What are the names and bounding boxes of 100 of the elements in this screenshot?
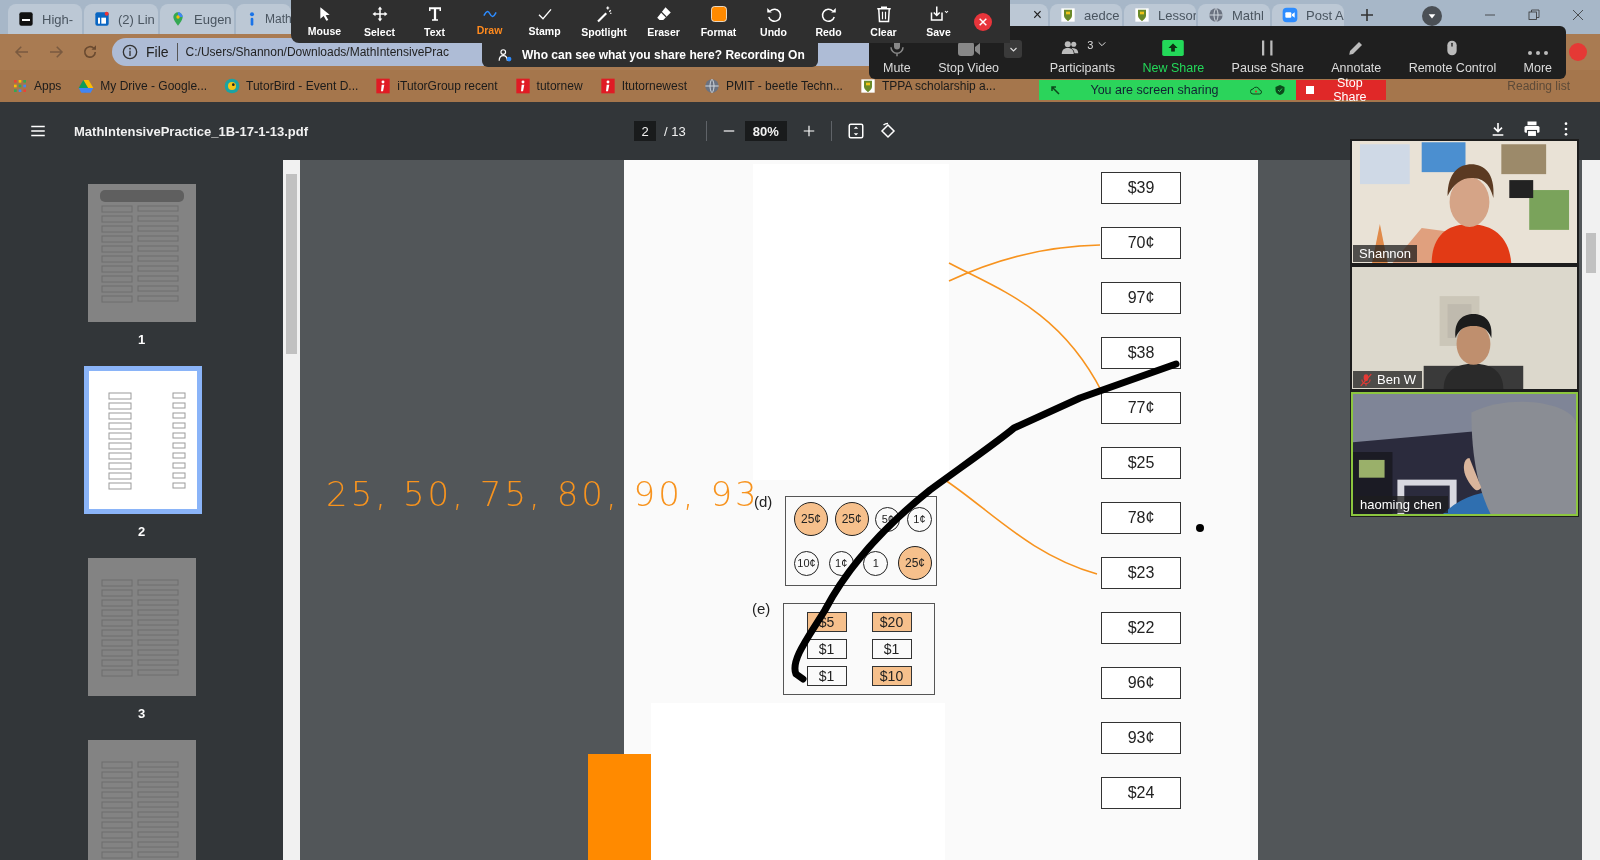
bookmark[interactable]: tutornew — [514, 78, 583, 94]
bookmark[interactable]: iTutorGroup recent — [375, 78, 498, 94]
tab-search-button[interactable] — [1422, 6, 1442, 26]
back-arrow-icon — [13, 43, 31, 61]
ink-dot — [1196, 524, 1204, 532]
answer-box: 77¢ — [1101, 392, 1181, 424]
bookmark[interactable]: Apps — [12, 78, 62, 94]
printer-icon — [1523, 120, 1541, 138]
page-thumbnail[interactable] — [87, 558, 196, 696]
trash-icon — [874, 5, 893, 23]
close-icon — [1572, 9, 1584, 21]
meeting-control[interactable]: Remote Control — [1408, 39, 1497, 75]
tool-button[interactable]: Redo — [801, 0, 856, 43]
video-tile[interactable]: Ben W — [1351, 266, 1578, 390]
bill: $1 — [806, 639, 847, 659]
page-thumbnail[interactable] — [87, 740, 196, 860]
browser-tab[interactable]: Post A — [1272, 4, 1344, 26]
tool-button[interactable]: Format — [691, 0, 746, 43]
browser-tab[interactable]: Math — [236, 4, 291, 34]
stop-share-button[interactable]: Stop Share — [1296, 80, 1386, 100]
meeting-control[interactable]: More — [1523, 49, 1552, 75]
apps-icon — [12, 78, 28, 94]
video-options-button[interactable] — [1004, 40, 1023, 58]
profile-icon[interactable] — [1569, 43, 1587, 61]
arrow-icon — [1049, 84, 1061, 96]
meeting-control[interactable]: New Share — [1142, 39, 1205, 75]
logo-icon — [375, 78, 392, 94]
page-number-field[interactable]: 2 — [634, 121, 656, 141]
bird-icon — [224, 78, 241, 94]
tool-button[interactable]: Clear — [856, 0, 911, 43]
globe-icon — [704, 78, 720, 94]
participant-count: 3 — [1087, 39, 1094, 51]
url-text: C:/Users/Shannon/Downloads/MathIntensivePrac — [185, 45, 450, 59]
question-label: (e) — [752, 600, 771, 617]
browser-tab[interactable]: (2) Lin — [84, 4, 158, 34]
zoom-field[interactable]: 80% — [744, 121, 787, 141]
answer-box: 96¢ — [1101, 667, 1181, 699]
caret-icon — [1427, 11, 1437, 21]
meeting-control[interactable]: 3 Participants — [1049, 39, 1116, 75]
coin: 25¢ — [834, 502, 869, 536]
tool-button[interactable]: Spotlight — [572, 0, 636, 43]
scrollbar[interactable] — [283, 160, 300, 860]
logo-icon — [94, 11, 110, 27]
bookmark[interactable]: TutorBird - Event D... — [224, 78, 359, 94]
close-button[interactable] — [974, 12, 992, 31]
fit-page-icon — [846, 122, 865, 140]
answer-box: 93¢ — [1101, 722, 1181, 754]
bill: $1 — [871, 639, 912, 659]
redo-icon — [819, 5, 838, 23]
color-swatch-icon — [709, 5, 728, 23]
scrollbar-thumb[interactable] — [286, 174, 297, 354]
meeting-control[interactable]: Pause Share — [1231, 39, 1304, 75]
logo-icon — [599, 78, 616, 94]
logo-icon — [514, 78, 531, 94]
bookmark[interactable]: TPPA scholarship a... — [859, 78, 996, 94]
bookmark[interactable]: Itutornewest — [599, 78, 687, 94]
scheme-label: File — [146, 44, 169, 60]
browser-tab[interactable]: Mathl — [1198, 4, 1270, 26]
answer-box: 97¢ — [1101, 282, 1181, 314]
move-arrows-icon — [370, 5, 389, 23]
browser-tab[interactable]: Eugen — [160, 4, 234, 34]
download-icon — [1490, 121, 1506, 137]
info-icon — [122, 44, 138, 60]
browser-tab[interactable]: Lessor — [1124, 4, 1196, 26]
answer-box: $23 — [1101, 557, 1181, 589]
tool-button[interactable]: Save — [911, 0, 966, 43]
browser-tab[interactable]: High- — [8, 4, 82, 34]
tool-button[interactable]: Stamp — [517, 0, 572, 43]
participant-name: Shannon — [1359, 246, 1412, 261]
magic-wand-icon — [595, 5, 613, 23]
meeting-control[interactable]: Annotate — [1331, 39, 1382, 75]
meeting-control[interactable]: Stop Video — [938, 41, 1000, 75]
forward-arrow-icon — [47, 43, 65, 61]
answer-box: $25 — [1101, 447, 1181, 479]
print-button[interactable] — [1522, 120, 1542, 138]
page-thumbnail[interactable] — [87, 184, 196, 322]
participant-name: haoming chen — [1360, 497, 1442, 512]
answer-box: $22 — [1101, 612, 1181, 644]
plus-icon — [801, 124, 816, 138]
crest-icon — [1060, 7, 1076, 23]
undo-icon — [764, 5, 783, 23]
scrollbar-thumb[interactable] — [1586, 233, 1596, 273]
video-tile[interactable]: Shannon — [1351, 140, 1578, 264]
browser-tab[interactable]: aedce — [1050, 4, 1122, 26]
ellipsis-icon — [1525, 49, 1550, 57]
video-tile[interactable]: haoming chen — [1351, 392, 1578, 516]
bookmark[interactable]: My Drive - Google... — [78, 78, 208, 94]
triangle-logo-icon — [78, 78, 95, 94]
coin: 25¢ — [897, 546, 932, 580]
tool-button[interactable]: Eraser — [636, 0, 691, 43]
bill: $1 — [806, 666, 847, 687]
tool-button[interactable]: Undo — [746, 0, 801, 43]
page-thumbnail[interactable] — [83, 366, 202, 514]
scrollbar[interactable] — [1582, 160, 1600, 860]
bookmark[interactable]: PMIT - beetle Techn... — [704, 78, 843, 94]
reload-icon — [81, 43, 99, 61]
crest-icon — [1134, 7, 1150, 23]
video-camera-icon — [1282, 7, 1298, 23]
page-number: 1 — [137, 332, 146, 348]
caret-icon — [1097, 39, 1108, 49]
